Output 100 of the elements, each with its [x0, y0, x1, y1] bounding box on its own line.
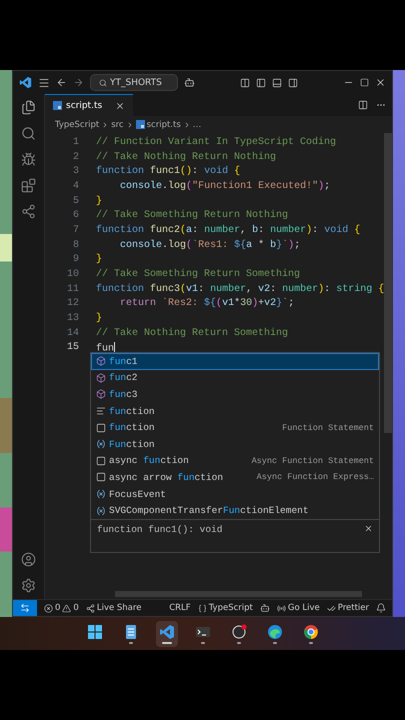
- maximize-icon[interactable]: [360, 78, 369, 87]
- forward-arrow-icon[interactable]: [73, 77, 84, 88]
- code-line: }: [96, 254, 102, 266]
- recorder-icon[interactable]: [230, 624, 246, 640]
- signature-text: function func1(): void: [97, 524, 222, 535]
- line-number: 3: [72, 166, 80, 178]
- bell-icon[interactable]: [376, 603, 386, 613]
- line-number: 5: [72, 196, 80, 207]
- scrollbar[interactable]: [384, 133, 392, 433]
- browser-circle-icon[interactable]: [302, 624, 318, 640]
- line-number: 8: [72, 240, 80, 251]
- warning-icon: [62, 604, 72, 612]
- line-number: 14: [66, 328, 80, 339]
- search-icon: [99, 78, 107, 86]
- breadcrumb-item[interactable]: script.ts: [146, 120, 181, 130]
- file-tab[interactable]: script.ts: [45, 94, 133, 116]
- close-icon[interactable]: [115, 100, 125, 110]
- cube-icon: [96, 389, 106, 400]
- go-live-button[interactable]: Go Live: [276, 603, 320, 613]
- menu-icon[interactable]: [38, 76, 50, 88]
- code-line: return `Res2: ${(v1*30)+v2}`;: [119, 298, 294, 310]
- tab-label: script.ts: [66, 100, 102, 110]
- code-editor-logo: [19, 76, 32, 89]
- typescript-file-icon: [136, 120, 145, 129]
- breadcrumb-item[interactable]: TypeScript: [55, 120, 100, 130]
- suggestion-item[interactable]: FocusEvent: [91, 486, 379, 502]
- line-number: 7: [72, 224, 80, 236]
- panel-right-icon[interactable]: [288, 78, 298, 88]
- typescript-file-icon: [53, 101, 62, 110]
- suggestion-item[interactable]: async arrow function Async Function Express…: [91, 469, 379, 486]
- language-button[interactable]: TypeScript: [198, 603, 253, 613]
- extensions-icon[interactable]: [21, 178, 36, 193]
- browser-wave-icon[interactable]: [266, 624, 282, 640]
- suggestion-item[interactable]: Function: [91, 436, 379, 453]
- layout-icon[interactable]: [240, 78, 250, 88]
- suggestion-item[interactable]: SVGComponentTransferFunctionElement: [91, 502, 379, 519]
- suggestion-item[interactable]: function Function Statement: [91, 419, 379, 436]
- live-share-button[interactable]: Live Share: [86, 603, 142, 613]
- search-icon[interactable]: [21, 126, 36, 141]
- line-number: 9: [72, 254, 80, 266]
- code-editor-icon[interactable]: [158, 624, 174, 640]
- cube-icon: [96, 356, 106, 366]
- scrollbar[interactable]: [115, 591, 362, 597]
- variable-icon: [96, 439, 106, 450]
- line-number: 10: [66, 269, 80, 280]
- line-number: 15: [66, 342, 80, 354]
- line-number: 6: [72, 210, 80, 222]
- line-number: 11: [66, 284, 80, 295]
- double-check-icon: [326, 604, 336, 612]
- error-icon: [44, 604, 53, 612]
- variable-icon: [96, 506, 106, 516]
- lines-icon: [96, 406, 106, 416]
- code-line: console.log(`Res1: ${a * b}`);: [119, 240, 300, 251]
- share-icon: [86, 604, 95, 612]
- broadcast-icon: [276, 604, 286, 612]
- code-line: console.log("Function1 Executed!");: [119, 180, 330, 192]
- code-line: // Function Variant In TypeScript Coding: [96, 136, 336, 148]
- breadcrumb-item[interactable]: src: [111, 120, 124, 130]
- code-line: // Take Nothing Return Nothing: [96, 152, 276, 163]
- remote-button[interactable]: [13, 600, 37, 616]
- cube-icon: [96, 372, 106, 383]
- close-icon[interactable]: [364, 524, 373, 533]
- panel-bottom-icon[interactable]: [272, 78, 282, 88]
- line-ending-button[interactable]: CRLF: [169, 603, 191, 613]
- panel-left-icon[interactable]: [256, 78, 266, 88]
- close-icon[interactable]: [375, 77, 386, 88]
- remote-icon: [20, 603, 30, 613]
- code-line: function func3(v1: number, v2: number): string {: [96, 284, 384, 295]
- back-arrow-icon[interactable]: [56, 77, 67, 88]
- suggestion-item[interactable]: func2: [91, 370, 379, 386]
- problems-button[interactable]: 0 0: [44, 603, 79, 613]
- search-field[interactable]: YT_SHORTS: [90, 74, 178, 91]
- line-number: 12: [66, 298, 80, 310]
- code-line: // Take Something Return Nothing: [96, 210, 288, 222]
- taskbar-app[interactable]: [156, 620, 178, 646]
- suggestion-item[interactable]: func3: [91, 386, 379, 403]
- code-line: function func1(): void {: [96, 166, 240, 178]
- square-icon: [96, 422, 106, 433]
- braces-icon: [198, 604, 207, 612]
- robot-icon[interactable]: [260, 603, 270, 613]
- robot-icon[interactable]: [184, 77, 195, 88]
- bug-icon[interactable]: [21, 152, 36, 167]
- square-icon: [96, 472, 106, 482]
- code-line: // Take Nothing Return Something: [96, 328, 288, 339]
- code-line: // Take Something Return Something: [96, 269, 300, 280]
- split-editor-icon[interactable]: [358, 100, 368, 110]
- code-line: }: [96, 313, 102, 324]
- line-number: 13: [66, 313, 80, 324]
- windows-start-icon[interactable]: [86, 624, 102, 640]
- variable-icon: [96, 489, 106, 500]
- prettier-button[interactable]: Prettier: [326, 603, 369, 613]
- share-icon[interactable]: [21, 204, 36, 219]
- files-icon[interactable]: [21, 100, 36, 115]
- suggestion-item[interactable]: func1: [91, 353, 379, 370]
- suggestion-item[interactable]: function: [91, 402, 379, 420]
- suggestion-item[interactable]: async function Async Function Statement: [91, 452, 379, 470]
- breadcrumb-item[interactable]: …: [192, 120, 202, 130]
- line-number: 2: [72, 152, 80, 163]
- account-icon[interactable]: [21, 552, 36, 567]
- settings-icon[interactable]: [21, 578, 36, 593]
